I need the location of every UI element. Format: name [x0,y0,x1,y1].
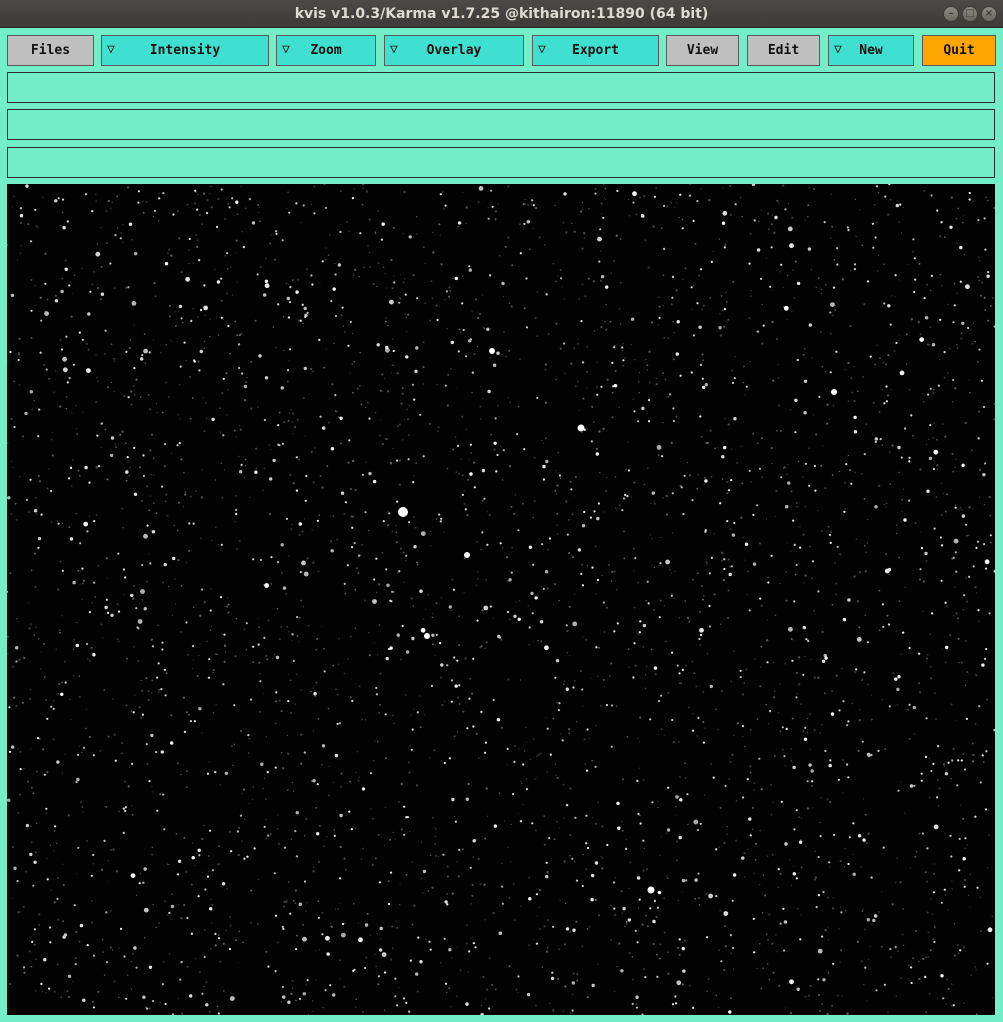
info-line-3 [7,147,995,178]
overlay-menu-button[interactable]: ▽ Overlay [384,35,524,66]
close-button[interactable]: × [981,6,997,22]
edit-button[interactable]: Edit [747,35,820,66]
info-line-1 [7,72,995,103]
close-icon: × [984,8,994,19]
info-line-2 [7,109,995,140]
window-titlebar[interactable]: kvis v1.0.3/Karma v1.7.25 @kithairon:118… [0,0,1003,28]
starfield-image[interactable] [7,184,995,1015]
view-label: View [686,43,719,58]
window-title: kvis v1.0.3/Karma v1.7.25 @kithairon:118… [294,5,709,22]
files-label: Files [30,43,71,58]
view-button[interactable]: View [666,35,739,66]
dropdown-triangle-icon: ▽ [282,42,290,57]
dropdown-triangle-icon: ▽ [834,42,842,57]
edit-label: Edit [767,43,800,58]
maximize-icon: □ [965,8,975,19]
export-label: Export [572,43,619,58]
minimize-button[interactable]: – [943,6,959,22]
zoom-label: Zoom [310,43,342,58]
overlay-label: Overlay [426,43,482,58]
maximize-button[interactable]: □ [962,6,978,22]
image-display-canvas[interactable] [7,184,995,1015]
zoom-menu-button[interactable]: ▽ Zoom [276,35,376,66]
dropdown-triangle-icon: ▽ [390,42,398,57]
new-menu-button[interactable]: ▽ New [828,35,914,66]
export-menu-button[interactable]: ▽ Export [532,35,659,66]
quit-label: Quit [943,43,975,58]
minimize-icon: – [948,8,954,19]
dropdown-triangle-icon: ▽ [107,42,115,57]
new-label: New [859,43,883,58]
files-button[interactable]: Files [7,35,94,66]
intensity-label: Intensity [149,43,221,58]
quit-button[interactable]: Quit [922,35,996,66]
toolbar: Files ▽ Intensity ▽ Zoom ▽ Overlay ▽ Exp… [7,35,996,67]
intensity-menu-button[interactable]: ▽ Intensity [101,35,269,66]
dropdown-triangle-icon: ▽ [538,42,546,57]
